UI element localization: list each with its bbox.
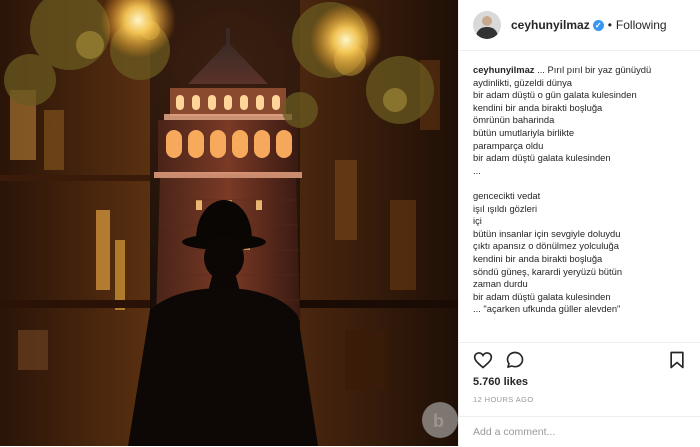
watermark-logo: b bbox=[422, 402, 458, 438]
caption-line: ömrünün baharinda bbox=[473, 114, 555, 126]
username-link[interactable]: ceyhunyilmaz ✓ bbox=[511, 18, 604, 32]
caption-line: işıl ışıldı gözleri bbox=[473, 202, 538, 214]
caption-line: ... bbox=[473, 164, 481, 176]
following-button[interactable]: Following bbox=[616, 18, 667, 32]
caption-line: aydinlikti, güzeldi dünya bbox=[473, 76, 573, 88]
username-text[interactable]: ceyhunyilmaz bbox=[511, 18, 590, 32]
post-side-panel: ceyhunyilmaz ✓ • Following ceyhunyilmaz .… bbox=[458, 0, 700, 446]
avatar[interactable] bbox=[473, 11, 501, 39]
bookmark-icon[interactable] bbox=[667, 350, 687, 370]
comment-bar bbox=[459, 416, 700, 447]
caption-line: kendini bir anda birakti boşluğa bbox=[473, 101, 603, 113]
comment-input[interactable] bbox=[473, 423, 683, 441]
caption-line: söndü güneş, karardi yeryüzü bütün bbox=[473, 265, 623, 277]
caption-line: bütün umutlariyla birlikte bbox=[473, 126, 575, 138]
caption-line: bütün insanlar için sevgiyle doluydu bbox=[473, 227, 621, 239]
caption-username-link[interactable]: ceyhunyilmaz bbox=[473, 64, 534, 75]
heart-icon[interactable] bbox=[473, 350, 493, 370]
caption-line: ceyhunyilmaz ... Pırıl pırıl bir yaz gün… bbox=[473, 64, 692, 77]
caption-text: ... Pırıl pırıl bir yaz günüydü bbox=[534, 64, 652, 75]
caption-line bbox=[473, 177, 692, 190]
svg-text:b: b bbox=[433, 411, 444, 431]
caption-line: içi bbox=[473, 215, 482, 227]
caption-line: paramparça oldu bbox=[473, 139, 544, 151]
post-timestamp[interactable]: 12 HOURS AGO bbox=[473, 395, 534, 404]
post-caption: ceyhunyilmaz ... Pırıl pırıl bir yaz gün… bbox=[473, 64, 692, 342]
caption-line: ... "açarken ufkunda güller alevden" bbox=[473, 303, 621, 315]
caption-line: gencecikti vedat bbox=[473, 189, 541, 201]
comment-icon[interactable] bbox=[505, 350, 525, 370]
caption-line: bir adam düştü galata kulesinden bbox=[473, 152, 611, 164]
caption-line: zaman durdu bbox=[473, 278, 528, 290]
post-photo[interactable]: b bbox=[0, 0, 458, 446]
separator-dot: • bbox=[607, 18, 612, 32]
action-bar bbox=[459, 342, 700, 375]
caption-line: bir adam düştü galata kulesinden bbox=[473, 290, 611, 302]
caption-line: kendini bir anda birakti boşluğa bbox=[473, 252, 603, 264]
likes-count[interactable]: 5.760 likes bbox=[473, 376, 528, 388]
instagram-post-view: b ceyhunyilmaz ✓ • Following ceyhunyilmaz… bbox=[0, 0, 700, 446]
caption-line: bir adam düştü o gün galata kulesinden bbox=[473, 89, 637, 101]
verified-badge-icon: ✓ bbox=[592, 20, 604, 31]
galata-tower-night-photo: b bbox=[0, 0, 458, 446]
caption-line: çıktı apansız o dönülmez yolculuğa bbox=[473, 240, 619, 252]
post-header: ceyhunyilmaz ✓ • Following bbox=[459, 0, 700, 51]
